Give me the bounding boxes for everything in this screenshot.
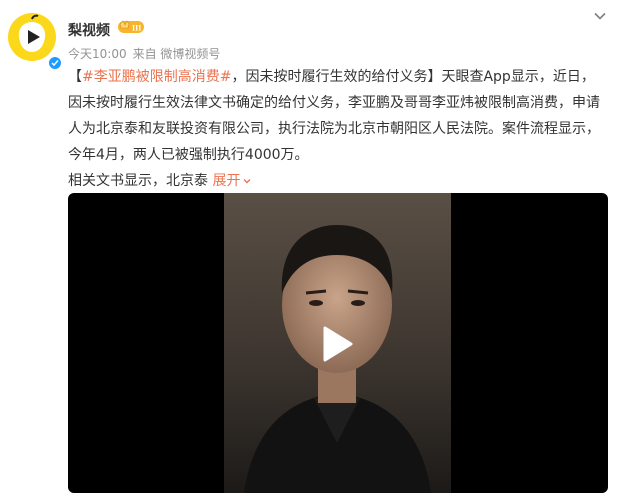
chevron-down-icon[interactable] (242, 176, 252, 186)
pear-video-logo (18, 14, 46, 52)
account-name[interactable]: 梨视频 (68, 20, 110, 40)
open-bracket: 【 (68, 69, 82, 85)
close-bracket: 】 (427, 69, 442, 85)
chevron-down-icon[interactable] (592, 8, 608, 24)
verified-badge-icon (47, 55, 63, 71)
post-text: 【#李亚鹏被限制高消费#，因未按时履行生效的给付义务】天眼查App显示，近日，因… (68, 64, 608, 194)
avatar[interactable] (8, 13, 63, 71)
headline: ，因未按时履行生效的给付义务 (231, 69, 428, 85)
related-text: 相关文书显示，北京泰 (68, 173, 208, 189)
expand-label[interactable]: 展开 (212, 173, 240, 189)
post-time[interactable]: 今天10:00 (68, 47, 127, 61)
play-icon[interactable] (317, 324, 357, 364)
vip-badge-icon[interactable]: III (117, 19, 145, 35)
expand-button[interactable]: 展开 (212, 173, 252, 189)
vip-level: III (132, 24, 141, 33)
post-meta: 今天10:00 来自 微博视频号 (68, 45, 226, 62)
post-source: 来自 微博视频号 (132, 47, 221, 61)
hashtag-link[interactable]: #李亚鹏被限制高消费# (82, 69, 231, 85)
video-player[interactable] (68, 193, 608, 493)
